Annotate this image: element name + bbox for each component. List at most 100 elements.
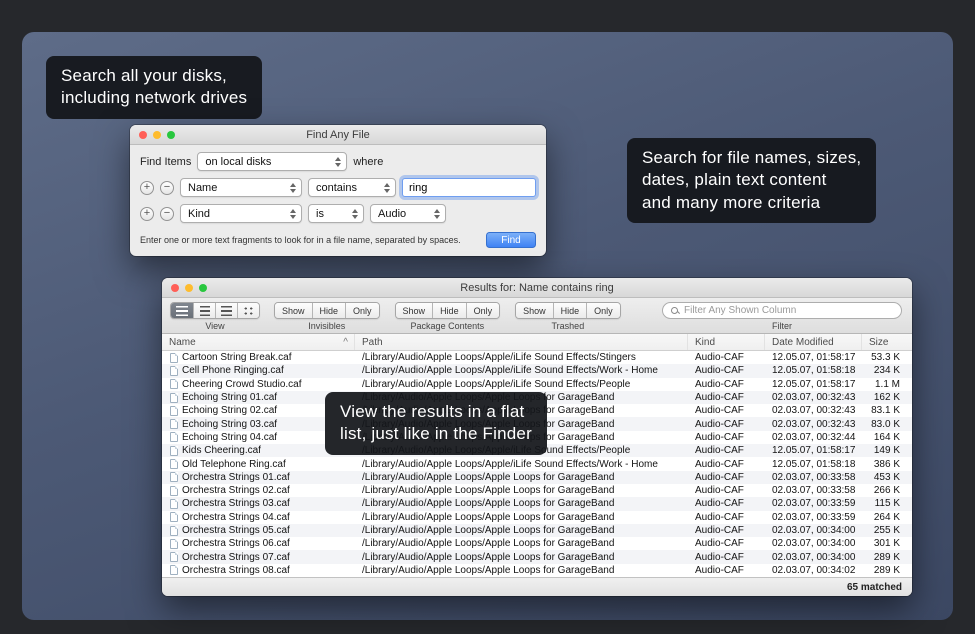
package-hide-button[interactable]: Hide (432, 303, 466, 318)
icon-view-icon[interactable] (237, 303, 259, 318)
cell-kind: Audio-CAF (688, 352, 765, 363)
search-icon (671, 307, 679, 315)
trashed-only-button[interactable]: Only (586, 303, 620, 318)
cell-kind: Audio-CAF (688, 365, 765, 376)
detail-view-icon[interactable] (215, 303, 237, 318)
table-row[interactable]: Orchestra Strings 05.caf/Library/Audio/A… (162, 524, 912, 537)
file-icon (170, 459, 178, 469)
filter-input[interactable] (684, 305, 893, 316)
filter-field[interactable] (662, 302, 902, 319)
invisibles-hide-button[interactable]: Hide (312, 303, 346, 318)
view-label: View (205, 321, 224, 331)
match-count: 65 matched (847, 582, 902, 593)
cell-path: /Library/Audio/Apple Loops/Apple/iLife S… (355, 379, 688, 390)
results-table-body[interactable]: Cartoon String Break.caf/Library/Audio/A… (162, 351, 912, 577)
titlebar[interactable]: Find Any File (130, 125, 546, 145)
invisibles-group: Show Hide Only Invisibles (274, 302, 380, 331)
invisibles-show-button[interactable]: Show (275, 303, 312, 318)
cell-name: Orchestra Strings 02.caf (162, 485, 355, 496)
callout-line: Search for file names, sizes, (642, 147, 861, 169)
cell-kind: Audio-CAF (688, 552, 765, 563)
cell-path: /Library/Audio/Apple Loops/Apple/iLife S… (355, 365, 688, 376)
cell-date: 02.03.07, 00:34:00 (765, 538, 862, 549)
find-button[interactable]: Find (486, 232, 536, 248)
table-row[interactable]: Cartoon String Break.caf/Library/Audio/A… (162, 351, 912, 364)
close-button[interactable] (171, 284, 179, 292)
callout-search-disks: Search all your disks, including network… (46, 56, 262, 119)
scope-popup[interactable]: on local disks (197, 152, 347, 171)
file-icon (170, 406, 178, 416)
kind-value-popup[interactable]: Audio (370, 204, 446, 223)
table-row[interactable]: Orchestra Strings 07.caf/Library/Audio/A… (162, 550, 912, 563)
search-term-input[interactable] (402, 178, 536, 197)
table-row[interactable]: Orchestra Strings 06.caf/Library/Audio/A… (162, 537, 912, 550)
zoom-button[interactable] (167, 131, 175, 139)
cell-kind: Audio-CAF (688, 459, 765, 470)
file-icon (170, 419, 178, 429)
cell-path: /Library/Audio/Apple Loops/Apple Loops f… (355, 472, 688, 483)
remove-criterion-button[interactable]: − (160, 181, 174, 195)
package-show-button[interactable]: Show (396, 303, 433, 318)
titlebar[interactable]: Results for: Name contains ring (162, 278, 912, 298)
column-header-date-modified[interactable]: Date Modified (765, 334, 862, 350)
cell-name: Cell Phone Ringing.caf (162, 365, 355, 376)
popup-caret-icon (290, 183, 296, 193)
file-icon (170, 472, 178, 482)
field-popup[interactable]: Kind (180, 204, 302, 223)
cell-size: 83.0 K (862, 419, 912, 430)
sort-ascending-icon: ^ (343, 337, 348, 348)
column-header-name[interactable]: Name ^ (162, 334, 355, 350)
table-row[interactable]: Cell Phone Ringing.caf/Library/Audio/App… (162, 364, 912, 377)
cell-date: 02.03.07, 00:32:43 (765, 392, 862, 403)
popup-caret-icon (335, 157, 341, 167)
list-view-icon[interactable] (171, 303, 193, 318)
cell-kind: Audio-CAF (688, 432, 765, 443)
cell-path: /Library/Audio/Apple Loops/Apple Loops f… (355, 538, 688, 549)
table-row[interactable]: Old Telephone Ring.caf/Library/Audio/App… (162, 457, 912, 470)
table-row[interactable]: Cheering Crowd Studio.caf/Library/Audio/… (162, 378, 912, 391)
minimize-button[interactable] (153, 131, 161, 139)
table-row[interactable]: Orchestra Strings 02.caf/Library/Audio/A… (162, 484, 912, 497)
cell-name: Orchestra Strings 04.caf (162, 512, 355, 523)
trashed-show-button[interactable]: Show (516, 303, 553, 318)
cell-name: Orchestra Strings 08.caf (162, 565, 355, 576)
table-row[interactable]: Orchestra Strings 04.caf/Library/Audio/A… (162, 511, 912, 524)
close-button[interactable] (139, 131, 147, 139)
add-criterion-button[interactable]: + (140, 181, 154, 195)
callout-line: and many more criteria (642, 192, 861, 214)
filter-label: Filter (772, 321, 792, 331)
file-icon (170, 565, 178, 575)
cell-kind: Audio-CAF (688, 485, 765, 496)
hierarchy-view-icon[interactable] (193, 303, 215, 318)
field-popup[interactable]: Name (180, 178, 302, 197)
callout-line: View the results in a flat (340, 401, 532, 423)
cell-date: 12.05.07, 01:58:17 (765, 379, 862, 390)
zoom-button[interactable] (199, 284, 207, 292)
cell-size: 453 K (862, 472, 912, 483)
add-criterion-button[interactable]: + (140, 207, 154, 221)
operator-popup[interactable]: is (308, 204, 364, 223)
callout-line: Search all your disks, (61, 65, 247, 87)
column-header-path[interactable]: Path (355, 334, 688, 350)
invisibles-only-button[interactable]: Only (345, 303, 379, 318)
popup-caret-icon (352, 209, 358, 219)
callout-criteria: Search for file names, sizes, dates, pla… (627, 138, 876, 223)
table-row[interactable]: Orchestra Strings 03.caf/Library/Audio/A… (162, 497, 912, 510)
cell-size: 53.3 K (862, 352, 912, 363)
remove-criterion-button[interactable]: − (160, 207, 174, 221)
trashed-hide-button[interactable]: Hide (553, 303, 587, 318)
cell-name: Orchestra Strings 07.caf (162, 552, 355, 563)
table-row[interactable]: Orchestra Strings 08.caf/Library/Audio/A… (162, 564, 912, 577)
status-bar: 65 matched (162, 577, 912, 596)
column-header-kind[interactable]: Kind (688, 334, 765, 350)
column-header-size[interactable]: Size (862, 334, 912, 350)
minimize-button[interactable] (185, 284, 193, 292)
window-title: Results for: Name contains ring (460, 282, 613, 294)
callout-line: including network drives (61, 87, 247, 109)
callout-flat-list: View the results in a flat list, just li… (325, 392, 547, 455)
table-row[interactable]: Orchestra Strings 01.caf/Library/Audio/A… (162, 471, 912, 484)
operator-popup[interactable]: contains (308, 178, 396, 197)
column-label: Kind (695, 337, 715, 348)
package-only-button[interactable]: Only (466, 303, 500, 318)
file-icon (170, 366, 178, 376)
